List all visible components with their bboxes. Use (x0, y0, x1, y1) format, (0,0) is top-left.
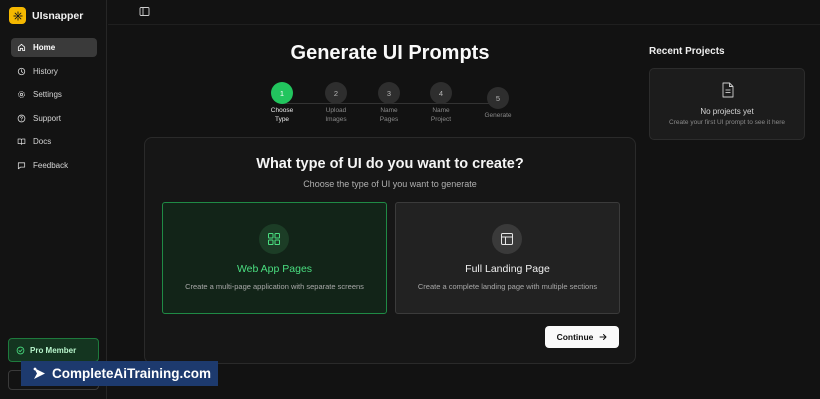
sidebar-item-docs[interactable]: Docs (11, 132, 97, 151)
sidebar-item-feedback[interactable]: Feedback (11, 156, 97, 175)
card-subtitle: Choose the type of UI you want to genera… (303, 179, 477, 189)
grid-icon (259, 224, 289, 254)
step-name-project[interactable]: 4 Name Project (419, 82, 463, 124)
sidebar-item-label: Support (33, 113, 62, 123)
chat-icon (17, 162, 26, 170)
sidebar-item-label: Settings (33, 90, 62, 100)
sidebar-toggle-icon[interactable] (139, 6, 150, 17)
watermark: CompleteAiTraining.com (21, 361, 218, 386)
empty-state-hint: Create your first UI prompt to see it he… (669, 119, 785, 126)
docs-icon (17, 138, 26, 146)
watermark-text: CompleteAiTraining.com (52, 366, 212, 381)
sidebar-item-history[interactable]: History (11, 62, 97, 81)
recent-projects-empty-state: No projects yet Create your first UI pro… (649, 68, 805, 140)
step-label: Name Pages (379, 107, 399, 123)
logo-icon (9, 7, 26, 24)
sidebar-nav: Home History Settings Support Docs Feedb… (11, 38, 97, 180)
step-number: 2 (325, 82, 347, 104)
sidebar-item-label: Docs (33, 137, 52, 147)
top-bar (108, 0, 820, 25)
sidebar-item-label: Feedback (33, 160, 69, 170)
history-icon (17, 67, 26, 75)
option-description: Create a multi-page application with sep… (185, 282, 364, 291)
step-label: Name Project (430, 107, 452, 123)
brand-name: UIsnapper (32, 9, 84, 22)
continue-button[interactable]: Continue (545, 326, 619, 348)
sidebar: UIsnapper Home History Settings Support … (0, 0, 107, 399)
brand[interactable]: UIsnapper (9, 7, 83, 24)
option-description: Create a complete landing page with mult… (417, 282, 598, 291)
sidebar-item-settings[interactable]: Settings (11, 85, 97, 104)
step-label: Upload Images (325, 107, 347, 123)
stepper: 1 Choose Type 2 Upload Images 3 Name Pages … (260, 82, 520, 127)
step-number: 1 (271, 82, 293, 104)
sidebar-item-label: History (33, 66, 58, 76)
empty-state-title: No projects yet (700, 107, 754, 116)
option-title: Full Landing Page (465, 263, 550, 275)
step-number: 4 (430, 82, 452, 104)
page-title: Generate UI Prompts (290, 42, 490, 64)
step-label: Generate (484, 112, 512, 119)
help-icon (17, 114, 26, 123)
check-circle-icon (16, 346, 25, 354)
option-full-landing-page[interactable]: Full Landing Page Create a complete land… (395, 202, 620, 314)
arrow-right-icon (599, 334, 607, 340)
sidebar-item-support[interactable]: Support (11, 109, 97, 128)
step-generate[interactable]: 5 Generate (476, 87, 520, 121)
continue-label: Continue (556, 332, 594, 342)
option-title: Web App Pages (236, 263, 313, 275)
option-web-app-pages[interactable]: Web App Pages Create a multi-page applic… (162, 202, 387, 314)
recent-projects-title: Recent Projects (649, 46, 725, 57)
pro-member-badge[interactable]: Pro Member (8, 338, 99, 362)
step-name-pages[interactable]: 3 Name Pages (367, 82, 411, 124)
step-number: 3 (378, 82, 400, 104)
pro-member-label: Pro Member (30, 345, 77, 355)
document-icon (722, 82, 734, 98)
ui-type-card: What type of UI do you want to create? C… (144, 137, 636, 364)
step-number: 5 (487, 87, 509, 109)
home-icon (17, 43, 26, 52)
card-title: What type of UI do you want to create? (256, 156, 524, 172)
step-upload-images[interactable]: 2 Upload Images (314, 82, 358, 124)
step-label: Choose Type (270, 107, 294, 123)
layout-icon (492, 224, 522, 254)
gear-icon (18, 91, 25, 99)
step-choose-type[interactable]: 1 Choose Type (260, 82, 304, 124)
watermark-logo-icon (33, 367, 45, 379)
sidebar-item-label: Home (33, 43, 56, 52)
sidebar-item-home[interactable]: Home (11, 38, 97, 57)
